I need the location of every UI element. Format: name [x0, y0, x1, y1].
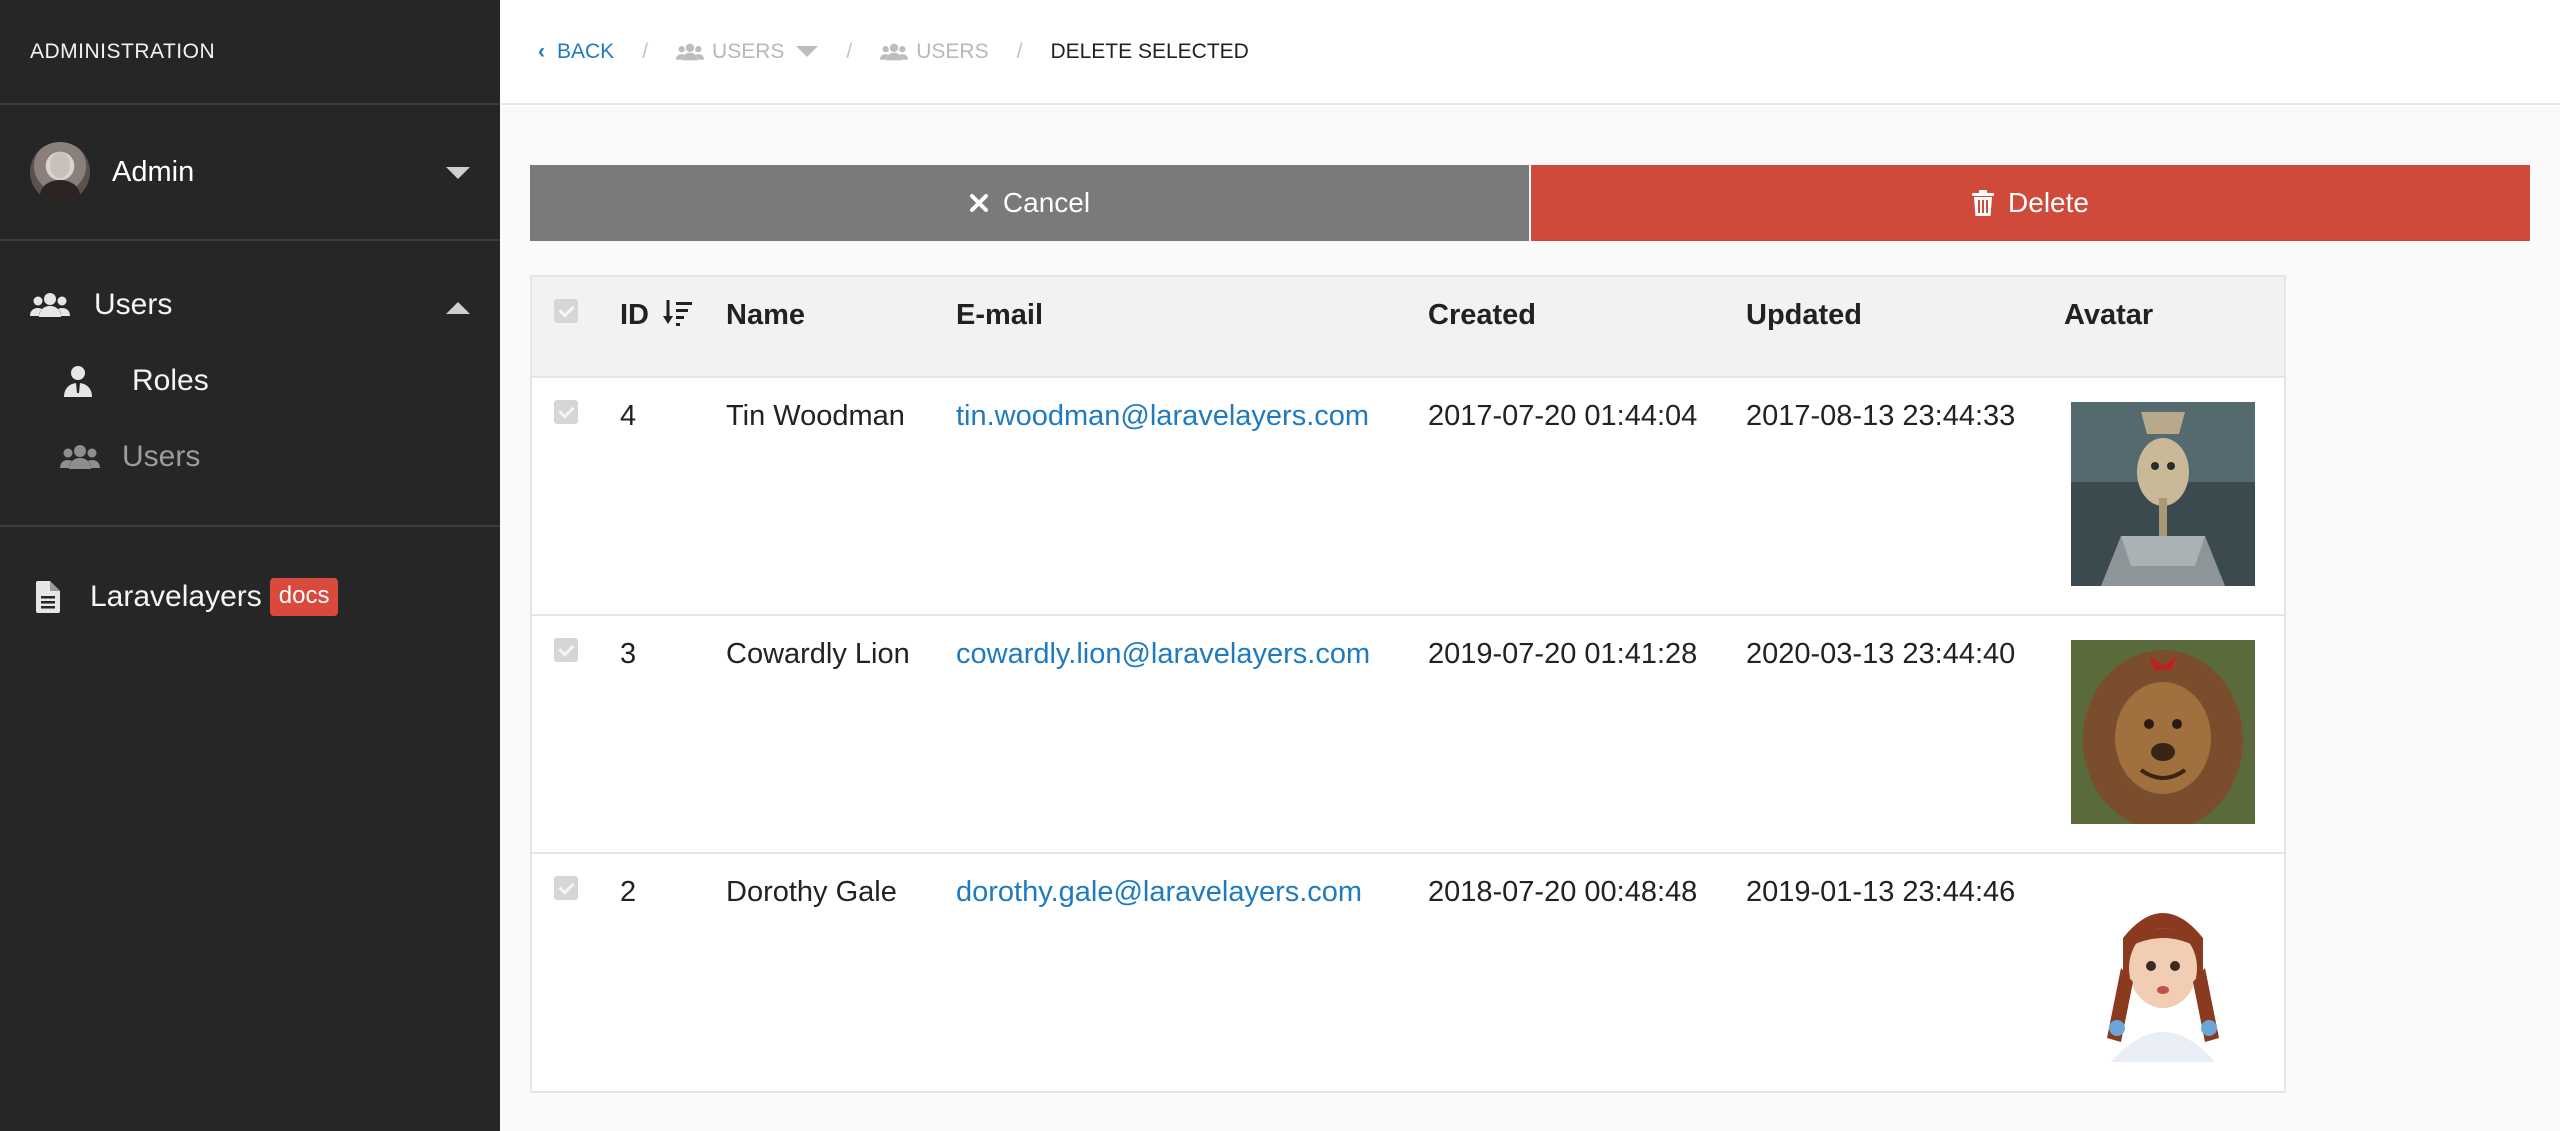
column-name: Name: [726, 299, 805, 331]
chevron-left-icon: ‹: [538, 39, 545, 63]
row-checkbox[interactable]: [554, 638, 578, 662]
table-row: 4 Tin Woodman tin.woodman@laravelayers.c…: [532, 377, 2284, 615]
cell-id: 4: [620, 400, 637, 432]
chevron-down-icon[interactable]: [446, 167, 470, 179]
sidebar-item-users[interactable]: Users: [30, 288, 172, 322]
sidebar-item-docs[interactable]: Laravelayers docs: [36, 578, 339, 616]
cell-created: 2017-07-20 01:44:04: [1428, 400, 1698, 432]
user-menu[interactable]: Admin: [0, 105, 500, 241]
table-row: 2 Dorothy Gale dorothy.gale@laravelayers…: [532, 853, 2284, 1091]
breadcrumb-label: USERS: [916, 39, 989, 63]
cell-created: 2019-07-20 01:41:28: [1428, 638, 1698, 670]
delete-label: Delete: [2008, 187, 2089, 218]
users-icon: [30, 291, 70, 319]
breadcrumb-separator: /: [642, 39, 649, 63]
breadcrumb-separator: /: [846, 39, 853, 63]
avatar-image: [2071, 402, 2255, 586]
cell-created: 2018-07-20 00:48:48: [1428, 876, 1698, 908]
cell-id: 2: [620, 876, 637, 908]
chevron-up-icon[interactable]: [446, 302, 470, 314]
file-icon: [36, 581, 60, 613]
select-all-checkbox[interactable]: [554, 299, 578, 323]
sort-descending-icon[interactable]: [663, 300, 693, 334]
row-checkbox[interactable]: [554, 400, 578, 424]
users-icon: [880, 42, 909, 62]
column-id-label: ID: [620, 299, 649, 331]
sidebar: ADMINISTRATION Admin Users Roles Users L…: [0, 0, 500, 1131]
cell-email-link[interactable]: tin.woodman@laravelayers.com: [956, 377, 1428, 615]
row-checkbox[interactable]: [554, 876, 578, 900]
column-created: Created: [1428, 299, 1536, 331]
sidebar-item-label: Laravelayers: [90, 580, 262, 613]
avatar-image: [2071, 878, 2255, 1062]
cell-name: Cowardly Lion: [726, 638, 910, 670]
column-email: E-mail: [956, 299, 1044, 331]
chevron-down-icon: [796, 46, 819, 57]
avatar-image: [2071, 640, 2255, 824]
cell-updated: 2019-01-13 23:44:46: [1746, 876, 2016, 908]
trash-icon: [1972, 190, 1995, 216]
breadcrumb-current: DELETE SELECTED: [1050, 39, 1249, 63]
sidebar-item-label: Users: [94, 288, 173, 321]
cancel-button[interactable]: Cancel: [530, 165, 1529, 241]
sidebar-item-roles[interactable]: Roles: [64, 364, 209, 398]
cell-updated: 2020-03-13 23:44:40: [1746, 638, 2016, 670]
back-link[interactable]: ‹ BACK: [538, 40, 614, 64]
main-content: Cancel Delete ID Name E-mail Created Upd…: [500, 107, 2560, 1131]
sidebar-item-label: Users: [122, 440, 201, 473]
users-table: ID Name E-mail Created Updated Avatar 4: [530, 275, 2286, 1093]
sidebar-brand[interactable]: ADMINISTRATION: [0, 0, 500, 105]
cell-id: 3: [620, 638, 637, 670]
sidebar-item-label: Roles: [132, 364, 209, 397]
user-tie-icon: [64, 365, 92, 397]
table-row: 3 Cowardly Lion cowardly.lion@laravelaye…: [532, 615, 2284, 853]
column-id[interactable]: ID: [620, 277, 726, 377]
delete-button[interactable]: Delete: [1531, 165, 2530, 241]
user-name: Admin: [112, 155, 195, 188]
cell-email-link[interactable]: dorothy.gale@laravelayers.com: [956, 853, 1428, 1091]
cell-updated: 2017-08-13 23:44:33: [1746, 400, 2016, 432]
action-bar: Cancel Delete: [530, 165, 2530, 241]
users-icon: [676, 42, 705, 62]
cell-email-link[interactable]: cowardly.lion@laravelayers.com: [956, 615, 1428, 853]
table-header-row: ID Name E-mail Created Updated Avatar: [532, 277, 2284, 377]
users-icon: [60, 443, 100, 471]
breadcrumb: ‹ BACK / USERS / USERS / DELETE SELECTED: [500, 0, 2560, 105]
avatar: [30, 142, 90, 202]
close-icon: [969, 193, 989, 213]
breadcrumb-label: USERS: [712, 39, 785, 63]
cancel-label: Cancel: [1002, 187, 1091, 218]
breadcrumb-users[interactable]: USERS: [880, 39, 989, 64]
column-avatar: Avatar: [2064, 299, 2154, 331]
breadcrumb-users-dropdown[interactable]: USERS: [676, 39, 819, 64]
breadcrumb-separator: /: [1016, 39, 1023, 63]
sidebar-item-users-sub[interactable]: Users: [60, 440, 200, 474]
docs-badge: docs: [269, 578, 339, 616]
cell-name: Tin Woodman: [726, 400, 905, 432]
column-updated: Updated: [1746, 299, 1862, 331]
cell-name: Dorothy Gale: [726, 876, 897, 908]
back-label: BACK: [557, 39, 615, 63]
